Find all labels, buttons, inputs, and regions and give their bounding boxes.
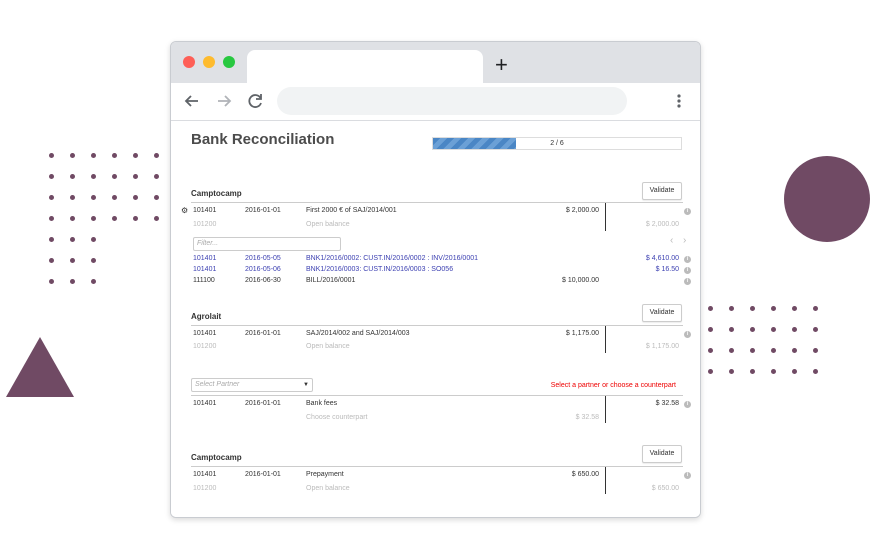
stage: + Bank Reconciliation 2 / 6 Camptocamp V… xyxy=(0,0,870,559)
back-arrow-icon[interactable] xyxy=(181,90,203,112)
browser-tab[interactable] xyxy=(247,50,483,84)
partner-name: Camptocamp xyxy=(191,453,242,462)
chevron-right-icon[interactable]: › xyxy=(683,236,686,246)
divider xyxy=(191,325,683,326)
match-date[interactable]: 2016-05-06 xyxy=(245,266,281,273)
line-label: SAJ/2014/002 and SAJ/2014/003 xyxy=(306,330,410,337)
chevron-left-icon[interactable]: ‹ xyxy=(670,236,673,246)
info-icon[interactable]: i xyxy=(684,256,691,263)
balance-account: 101200 xyxy=(193,485,217,492)
line-account: 101401 xyxy=(193,330,217,337)
match-account[interactable]: 111100 xyxy=(193,277,215,284)
match-date[interactable]: 2016-05-05 xyxy=(245,255,281,262)
line-amount: $ 32.58 xyxy=(655,400,679,407)
balance-label: Open balance xyxy=(306,221,350,228)
validate-button[interactable]: Validate xyxy=(642,304,682,322)
info-icon[interactable]: i xyxy=(684,401,691,408)
match-date[interactable]: 2016-06-30 xyxy=(245,277,281,284)
divider xyxy=(191,395,683,396)
decorative-dots-left-top xyxy=(49,153,159,221)
column-separator xyxy=(605,467,606,494)
divider xyxy=(191,466,683,467)
balance-amount: $ 2,000.00 xyxy=(645,221,679,228)
divider xyxy=(191,202,683,203)
line-date: 2016-01-01 xyxy=(245,330,281,337)
line-label: First 2000 € of SAJ/2014/001 xyxy=(306,207,397,214)
match-label[interactable]: BNK1/2016/0003: CUST.IN/2016/0003 : SO05… xyxy=(306,266,453,273)
balance-amount: $ 1,175.00 xyxy=(645,343,679,350)
close-window-button[interactable] xyxy=(183,56,195,68)
select-partner-dropdown[interactable]: Select Partner ▼ xyxy=(191,378,313,392)
line-account: 101401 xyxy=(193,207,217,214)
balance-label: Open balance xyxy=(306,343,350,350)
partner-name: Camptocamp xyxy=(191,189,242,198)
filter-input[interactable]: Filter... xyxy=(193,237,341,251)
maximize-window-button[interactable] xyxy=(223,56,235,68)
line-date: 2016-01-01 xyxy=(245,207,281,214)
gear-icon[interactable]: ⚙ xyxy=(181,206,188,215)
balance-account: 101200 xyxy=(193,343,217,350)
validate-button[interactable]: Validate xyxy=(642,182,682,200)
info-icon[interactable]: i xyxy=(684,208,691,215)
progress-bar: 2 / 6 xyxy=(432,137,682,150)
browser-toolbar xyxy=(171,83,700,121)
new-tab-button[interactable]: + xyxy=(495,53,508,77)
caret-down-icon: ▼ xyxy=(303,382,309,388)
info-icon[interactable]: i xyxy=(684,278,691,285)
match-amount[interactable]: $ 4,610.00 xyxy=(646,255,679,262)
balance-label: Open balance xyxy=(306,485,350,492)
line-amount: $ 650.00 xyxy=(571,471,599,478)
column-separator xyxy=(605,396,606,423)
decorative-dots-right xyxy=(708,306,818,374)
reconciliation-page: Bank Reconciliation 2 / 6 Camptocamp Val… xyxy=(171,122,700,517)
match-amount[interactable]: $ 10,000.00 xyxy=(562,277,599,284)
balance-amount: $ 650.00 xyxy=(651,485,679,492)
progress-text: 2 / 6 xyxy=(550,140,564,147)
match-account[interactable]: 101401 xyxy=(193,266,216,273)
browser-window: + Bank Reconciliation 2 / 6 Camptocamp V… xyxy=(170,41,701,518)
address-bar[interactable] xyxy=(277,87,627,115)
match-account[interactable]: 101401 xyxy=(193,255,216,262)
line-date: 2016-01-01 xyxy=(245,471,281,478)
partner-name: Agrolait xyxy=(191,312,222,321)
match-label[interactable]: BILL/2016/0001 xyxy=(306,277,355,284)
match-label[interactable]: BNK1/2016/0002: CUST.IN/2016/0002 : INV/… xyxy=(306,255,478,262)
line-date: 2016-01-01 xyxy=(245,400,281,407)
line-account: 101401 xyxy=(193,400,217,407)
line-amount: $ 2,000.00 xyxy=(565,207,599,214)
reload-icon[interactable] xyxy=(244,90,266,112)
balance-amount: $ 32.58 xyxy=(575,414,599,421)
info-icon[interactable]: i xyxy=(684,267,691,274)
decorative-dots-left-bottom xyxy=(49,237,96,284)
info-icon[interactable]: i xyxy=(684,331,691,338)
minimize-window-button[interactable] xyxy=(203,56,215,68)
decorative-triangle xyxy=(6,337,74,397)
balance-account: 101200 xyxy=(193,221,217,228)
warning-message: Select a partner or choose a counterpart xyxy=(550,382,676,389)
select-partner-placeholder: Select Partner xyxy=(195,381,240,388)
line-account: 101401 xyxy=(193,471,217,478)
column-separator xyxy=(605,326,606,353)
info-icon[interactable]: i xyxy=(684,472,691,479)
column-separator xyxy=(605,203,606,231)
line-label: Prepayment xyxy=(306,471,344,478)
page-title: Bank Reconciliation xyxy=(191,131,335,148)
counterpart-label[interactable]: Choose counterpart xyxy=(306,414,367,421)
match-amount[interactable]: $ 16.50 xyxy=(656,266,679,273)
validate-button[interactable]: Validate xyxy=(642,445,682,463)
browser-titlebar: + xyxy=(171,42,700,84)
decorative-circle xyxy=(784,156,870,242)
forward-arrow-icon[interactable] xyxy=(213,90,235,112)
kebab-menu-icon[interactable] xyxy=(671,92,687,110)
line-label: Bank fees xyxy=(306,400,338,407)
line-amount: $ 1,175.00 xyxy=(565,330,599,337)
